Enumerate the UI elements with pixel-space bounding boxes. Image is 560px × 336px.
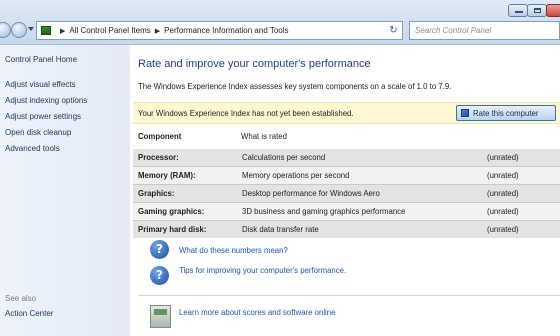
help-link-label[interactable]: Learn more about scores and software onl… [179,308,349,318]
table-row: Gaming graphics: 3D business and gaming … [133,203,560,220]
recent-pages-dropdown-icon[interactable] [28,27,34,31]
help-link-label[interactable]: Tips for improving your computer's perfo… [179,266,349,276]
intro-text: The Windows Experience Index assesses ke… [138,82,452,91]
minimize-button[interactable] [508,4,528,17]
rate-button-label: Rate this computer [473,109,539,118]
refresh-icon[interactable]: ↻ [387,24,400,37]
sidebar-item-adjust-indexing-options[interactable]: Adjust indexing options [5,96,87,105]
window-titlebar: ▶ All Control Panel Items ▶ Performance Inf… [0,0,560,45]
back-button[interactable] [0,22,11,38]
control-panel-icon [41,26,51,35]
sidebar-item-action-center[interactable]: Action Center [5,309,53,318]
column-header-what-is-rated: What is rated [241,132,287,141]
sidebar: Control Panel Home Adjust visual effects… [0,45,130,336]
component-score: (unrated) [487,225,519,234]
sidebar-item-adjust-visual-effects[interactable]: Adjust visual effects [5,80,76,89]
sidebar-item-adjust-power-settings[interactable]: Adjust power settings [5,112,81,121]
main-content: Rate and improve your computer's perform… [130,45,560,336]
component-score: (unrated) [487,153,519,162]
search-input[interactable]: Search Control Panel [409,21,560,40]
component-description: 3D business and gaming graphics performa… [242,207,406,216]
component-score: (unrated) [487,171,519,180]
sidebar-item-control-panel-home[interactable]: Control Panel Home [5,55,77,64]
breadcrumb-chevron-icon[interactable]: ▶ [60,27,65,35]
question-icon: ? [150,240,169,259]
help-link-label[interactable]: What do these numbers mean? [179,246,349,256]
breadcrumb: ▶ All Control Panel Items ▶ Performance Inf… [56,26,289,35]
see-also-heading: See also [5,294,37,303]
component-name: Gaming graphics: [138,207,205,216]
breadcrumb-all-control-panel-items[interactable]: All Control Panel Items [69,26,150,35]
component-name: Processor: [138,153,179,162]
banner-message: Your Windows Experience Index has not ye… [138,109,354,118]
forward-button[interactable] [11,22,27,38]
table-row: Memory (RAM): Memory operations per seco… [133,167,560,184]
column-header-component: Component [138,132,182,141]
table-row: Primary hard disk: Disk data transfer ra… [133,221,560,238]
sidebar-item-advanced-tools[interactable]: Advanced tools [5,144,60,153]
status-banner: Your Windows Experience Index has not ye… [133,102,560,124]
section-divider [138,295,560,296]
question-icon: ? [150,266,169,285]
component-name: Primary hard disk: [138,225,207,234]
table-header: Component What is rated [133,129,560,145]
shield-icon [461,109,469,117]
close-button[interactable] [546,4,560,17]
table-row: Processor: Calculations per second (unra… [133,149,560,166]
software-box-icon [150,305,171,328]
rate-this-computer-button[interactable]: Rate this computer [456,105,556,121]
component-description: Disk data transfer rate [242,225,319,234]
address-bar[interactable]: ▶ All Control Panel Items ▶ Performance Inf… [36,21,403,40]
maximize-button[interactable] [527,4,547,17]
component-description: Desktop performance for Windows Aero [242,189,380,198]
breadcrumb-chevron-icon[interactable]: ▶ [155,27,160,35]
component-description: Calculations per second [242,153,326,162]
component-description: Memory operations per second [242,171,350,180]
component-score: (unrated) [487,207,519,216]
sidebar-item-open-disk-cleanup[interactable]: Open disk cleanup [5,128,71,137]
table-row: Graphics: Desktop performance for Window… [133,185,560,202]
component-name: Graphics: [138,189,175,198]
search-placeholder: Search Control Panel [415,26,492,35]
component-score: (unrated) [487,189,519,198]
breadcrumb-performance-information[interactable]: Performance Information and Tools [164,26,288,35]
component-name: Memory (RAM): [138,171,196,180]
page-title: Rate and improve your computer's perform… [138,58,371,70]
